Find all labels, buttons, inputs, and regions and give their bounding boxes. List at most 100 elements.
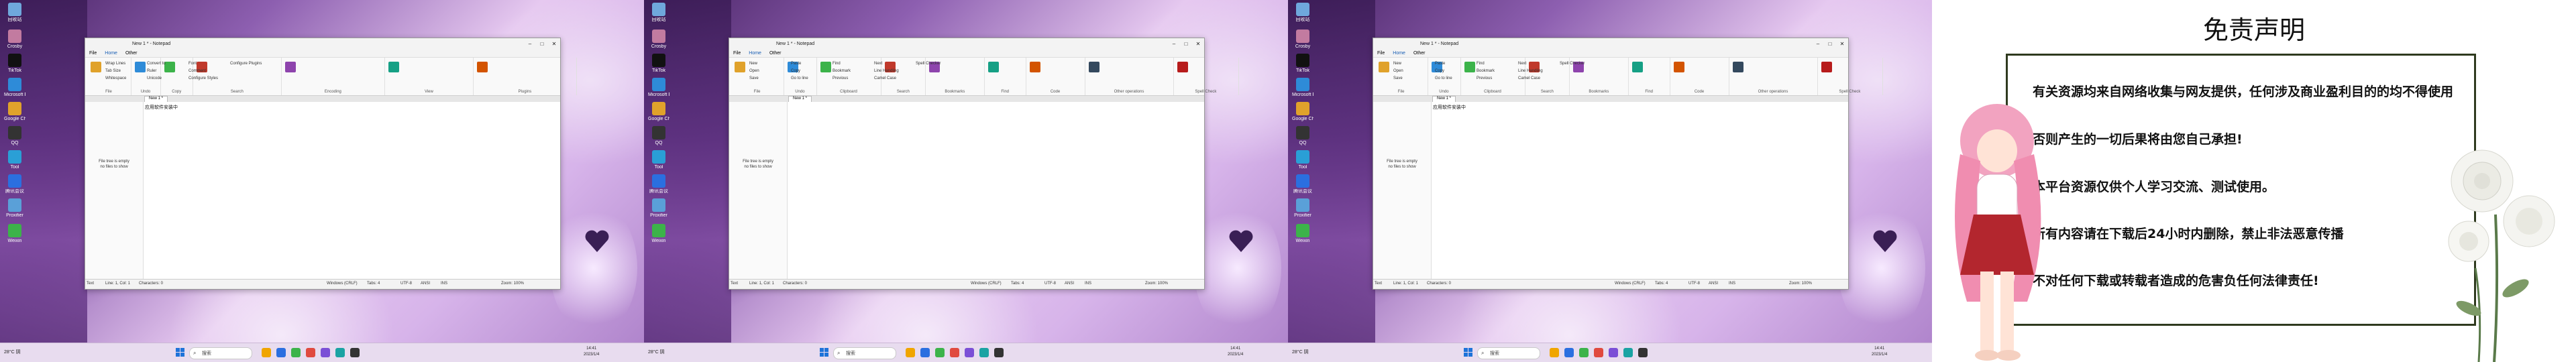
ribbon-button[interactable]: Line Handling	[874, 69, 899, 73]
status-item[interactable]: INS	[1085, 282, 1091, 286]
status-item[interactable]: Tabs: 4	[1655, 282, 1668, 286]
status-item[interactable]: Characters: 0	[1427, 282, 1451, 286]
minimize-icon[interactable]: –	[1168, 41, 1180, 47]
desktop-icon[interactable]: Tool	[4, 150, 25, 170]
weather-widget[interactable]: 28°C 阴	[648, 349, 665, 355]
ribbon-button[interactable]: Camel Case	[1518, 76, 1540, 80]
ribbon-button[interactable]: Save	[749, 76, 759, 80]
taskbar-app-icon[interactable]	[1623, 348, 1633, 357]
taskbar-app-icon[interactable]	[335, 348, 345, 357]
close-icon[interactable]: ✕	[548, 41, 560, 47]
ribbon-button[interactable]: Next	[874, 62, 882, 66]
ribbon-button-icon[interactable]	[1464, 62, 1475, 72]
desktop-icon[interactable]: Weixin	[1292, 224, 1313, 244]
tab-home[interactable]: Home	[1389, 51, 1409, 56]
file-tree[interactable]: File tree is empty no files to show	[729, 102, 788, 280]
taskbar-app-icon[interactable]	[1564, 348, 1574, 357]
taskbar-app-icon[interactable]	[906, 348, 915, 357]
ribbon-button-icon[interactable]	[1821, 62, 1832, 72]
status-item[interactable]: Zoom: 100%	[1145, 282, 1168, 286]
status-item[interactable]: INS	[441, 282, 447, 286]
ribbon-button[interactable]: Line Handling	[1518, 69, 1543, 73]
taskbar-app-icon[interactable]	[262, 348, 271, 357]
taskbar-app-icon[interactable]	[1579, 348, 1589, 357]
desktop-icon[interactable]: 腾讯会议	[4, 174, 25, 194]
windows-start-icon[interactable]	[176, 348, 185, 357]
ribbon-button[interactable]: Configure Styles	[189, 76, 218, 80]
ribbon-button[interactable]: Previous	[1477, 76, 1492, 80]
file-tree[interactable]: File tree is empty no files to show	[1373, 102, 1432, 280]
ribbon-button-icon[interactable]	[164, 62, 175, 72]
ribbon-button[interactable]: Open	[749, 69, 759, 73]
desktop-icon[interactable]: 回收站	[648, 3, 669, 23]
desktop-icon[interactable]: Microsoft Edge	[1292, 78, 1313, 98]
tab-other[interactable]: Other	[765, 51, 786, 56]
desktop-icon[interactable]: Microsoft Edge	[648, 78, 669, 98]
desktop-icon[interactable]: Crosby	[4, 29, 25, 50]
taskbar-search-box[interactable]: ⌕ 搜索	[1477, 347, 1540, 359]
status-item[interactable]: Characters: 0	[783, 282, 807, 286]
desktop-icon[interactable]: Tool	[648, 150, 669, 170]
taskbar-clock[interactable]: 14:41 2023/1/4	[1228, 346, 1243, 358]
tab-home[interactable]: Home	[745, 51, 765, 56]
status-item[interactable]: UTF-8	[1044, 282, 1056, 286]
taskbar-app-icon[interactable]	[935, 348, 945, 357]
status-item[interactable]: Line: 1, Col: 1	[105, 282, 130, 286]
ribbon-button-icon[interactable]	[1733, 62, 1743, 72]
ribbon-button-icon[interactable]	[1030, 62, 1040, 72]
status-item[interactable]: Tabs: 4	[367, 282, 380, 286]
title-bar[interactable]: New 1 * - Notepad – □ ✕	[85, 38, 560, 49]
tab-other[interactable]: Other	[121, 51, 142, 56]
status-item[interactable]: Windows (CRLF)	[971, 282, 1002, 286]
taskbar-app-icon[interactable]	[306, 348, 315, 357]
ribbon-button[interactable]: Open	[1393, 69, 1403, 73]
taskbar-app-icon[interactable]	[291, 348, 301, 357]
minimize-icon[interactable]: –	[524, 41, 536, 47]
taskbar-app-icon[interactable]	[1594, 348, 1603, 357]
minimize-icon[interactable]: –	[1812, 41, 1824, 47]
ribbon-button-icon[interactable]	[135, 62, 146, 72]
status-item[interactable]: UTF-8	[400, 282, 412, 286]
ribbon-button[interactable]: New	[1393, 62, 1401, 66]
desktop-icon[interactable]: Google Chrome	[648, 102, 669, 122]
desktop-icon[interactable]: 回收站	[1292, 3, 1313, 23]
ribbon-button-icon[interactable]	[1089, 62, 1099, 72]
desktop-icon[interactable]: Proxifier	[1292, 198, 1313, 219]
ribbon-button-icon[interactable]	[988, 62, 1000, 72]
taskbar-app-icon[interactable]	[276, 348, 286, 357]
status-item[interactable]: Zoom: 100%	[501, 282, 524, 286]
ribbon-button[interactable]: Spell Checker	[1560, 62, 1585, 66]
ribbon-button[interactable]: Unicode	[147, 76, 162, 80]
status-item[interactable]: Line: 1, Col: 1	[1393, 282, 1418, 286]
ribbon-button-icon[interactable]	[91, 62, 101, 72]
ribbon-button[interactable]: Go to line	[791, 76, 808, 80]
tab-file[interactable]: File	[85, 51, 101, 56]
taskbar-app-icon[interactable]	[965, 348, 974, 357]
taskbar-app-icon[interactable]	[1609, 348, 1618, 357]
ribbon-button-icon[interactable]	[388, 62, 400, 72]
status-item[interactable]: Text	[87, 282, 94, 286]
ribbon-button[interactable]: Paste	[791, 62, 801, 66]
taskbar-search-box[interactable]: ⌕ 搜索	[833, 347, 896, 359]
ribbon-button[interactable]: Find	[833, 62, 841, 66]
ribbon-button[interactable]: Next	[1518, 62, 1526, 66]
title-bar[interactable]: New 1 * - Notepad – □ ✕	[1373, 38, 1848, 49]
weather-widget[interactable]: 28°C 阴	[4, 349, 21, 355]
desktop-icon[interactable]: Proxifier	[648, 198, 669, 219]
ribbon-button[interactable]: Convert to	[147, 62, 166, 66]
text-editor[interactable]: 应用软件安装中	[1432, 102, 1848, 280]
ribbon-button[interactable]: Copy	[1435, 69, 1444, 73]
desktop-icon[interactable]: QQ	[648, 126, 669, 146]
desktop-icon[interactable]: Microsoft Edge	[4, 78, 25, 98]
ribbon-button-icon[interactable]	[1674, 62, 1684, 72]
status-item[interactable]: Windows (CRLF)	[1615, 282, 1646, 286]
ribbon-button[interactable]: Previous	[833, 76, 848, 80]
text-editor[interactable]: 应用软件安装中	[144, 102, 560, 280]
status-item[interactable]: Characters: 0	[139, 282, 163, 286]
ribbon-button[interactable]: Whitespace	[105, 76, 126, 80]
desktop-icon[interactable]: 腾讯会议	[648, 174, 669, 194]
ribbon-button-icon[interactable]	[285, 62, 297, 72]
ribbon-button-icon[interactable]	[1632, 62, 1644, 72]
desktop-icon[interactable]: TikTok	[1292, 54, 1313, 74]
status-item[interactable]: Windows (CRLF)	[327, 282, 358, 286]
